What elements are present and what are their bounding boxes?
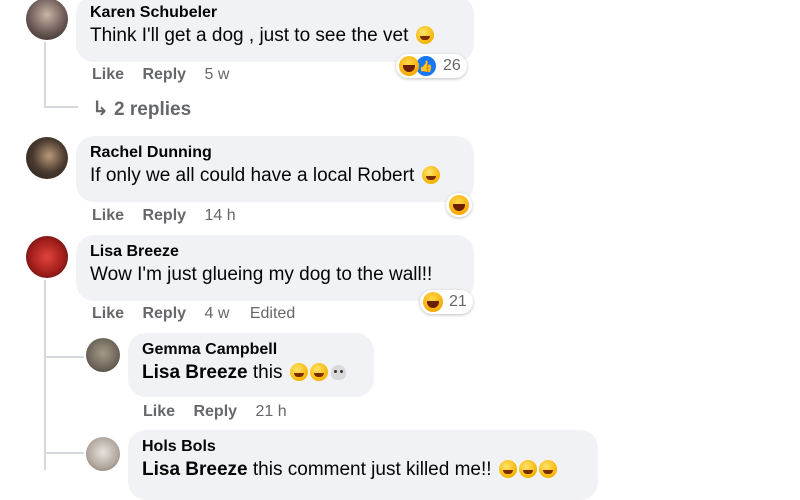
rofl-emoji-icon [498,460,517,478]
comment-actions: Like Reply 5 w [92,66,245,84]
avatar[interactable] [26,236,68,278]
reply-text: Lisa Breeze this comment just killed me!… [142,457,584,482]
reaction-summary[interactable]: 21 [420,290,473,314]
rofl-emoji-icon [538,460,557,478]
reply-text-body: this comment just killed me!! [252,459,492,480]
thread-line [44,356,84,358]
reply-author[interactable]: Hols Bols [142,437,584,457]
comment-text: Wow I'm just glueing my dog to the wall!… [90,264,433,285]
reaction-count: 26 [443,57,461,74]
timestamp[interactable]: 21 h [256,403,287,420]
edited-label[interactable]: Edited [250,305,295,322]
avatar[interactable] [86,437,120,471]
comment-text-body: If only we all could have a local Robert [90,165,415,186]
reply-button[interactable]: Reply [142,207,186,224]
reply-bubble: Hols Bols Lisa Breeze this comment just … [128,430,598,500]
rofl-emoji-icon [289,363,308,381]
thread-line [44,280,46,470]
comment-author[interactable]: Lisa Breeze [90,242,460,262]
comment-actions: Like Reply 14 h [92,207,252,225]
haha-reaction-icon [423,292,443,312]
reaction-summary[interactable]: 👍 26 [396,54,467,78]
timestamp[interactable]: 5 w [205,66,230,83]
reply-text: Lisa Breeze this [142,360,360,385]
comment-bubble: Rachel Dunning If only we all could have… [76,136,474,202]
smirk-emoji-icon [415,26,434,44]
mention-link[interactable]: Lisa Breeze [142,362,248,383]
avatar[interactable] [26,137,68,179]
comment-author[interactable]: Karen Schubeler [90,3,460,23]
replies-label: 2 replies [114,99,192,120]
comment-text: If only we all could have a local Robert [90,163,460,188]
reply-button[interactable]: Reply [142,66,186,83]
grin-emoji-icon [421,166,440,184]
skull-emoji-icon [330,365,346,380]
comment-bubble: Lisa Breeze Wow I'm just glueing my dog … [76,235,474,301]
avatar[interactable] [26,0,68,40]
timestamp[interactable]: 4 w [205,305,230,322]
like-button[interactable]: Like [92,66,124,83]
reaction-count: 21 [449,293,467,310]
haha-reaction-icon [449,195,469,215]
reply-button[interactable]: Reply [142,305,186,322]
comment-text: Think I'll get a dog , just to see the v… [90,23,460,48]
reply-author[interactable]: Gemma Campbell [142,340,360,360]
like-button[interactable]: Like [92,207,124,224]
thread-line [44,106,78,108]
reaction-summary[interactable] [446,193,472,217]
like-button[interactable]: Like [92,305,124,322]
rofl-emoji-icon [309,363,328,381]
rofl-emoji-icon [518,460,537,478]
mention-link[interactable]: Lisa Breeze [142,459,248,480]
thread-line [44,42,46,108]
reply-button[interactable]: Reply [193,403,237,420]
avatar[interactable] [86,338,120,372]
reply-actions: Like Reply 21 h [143,403,303,421]
haha-reaction-icon [399,56,419,76]
like-button[interactable]: Like [143,403,175,420]
comment-bubble: Karen Schubeler Think I'll get a dog , j… [76,0,474,62]
reply-bubble: Gemma Campbell Lisa Breeze this [128,333,374,397]
thread-line [44,452,84,454]
comment-author[interactable]: Rachel Dunning [90,143,460,163]
reply-arrow-icon: ↳ [92,98,109,120]
view-replies-link[interactable]: ↳ 2 replies [92,96,191,121]
comment-text-body: Think I'll get a dog , just to see the v… [90,25,409,46]
reply-text-body: this [252,362,283,383]
timestamp[interactable]: 14 h [205,207,236,224]
comment-actions: Like Reply 4 w Edited [92,305,311,323]
